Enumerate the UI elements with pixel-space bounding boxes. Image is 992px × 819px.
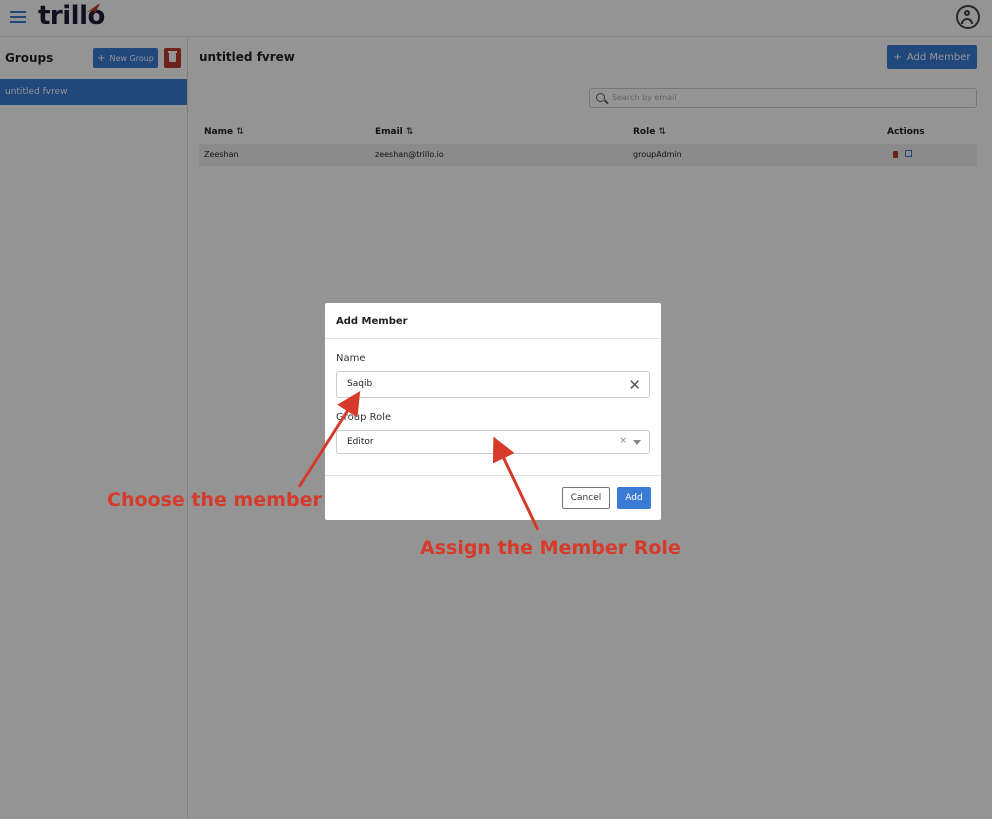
annotation-assign-role: Assign the Member Role [420, 537, 681, 559]
annotation-choose-member: Choose the member [107, 489, 322, 511]
annotation-arrows [297, 390, 540, 531]
arrow-to-name-field [297, 390, 361, 488]
arrow-to-role-select [492, 436, 540, 531]
